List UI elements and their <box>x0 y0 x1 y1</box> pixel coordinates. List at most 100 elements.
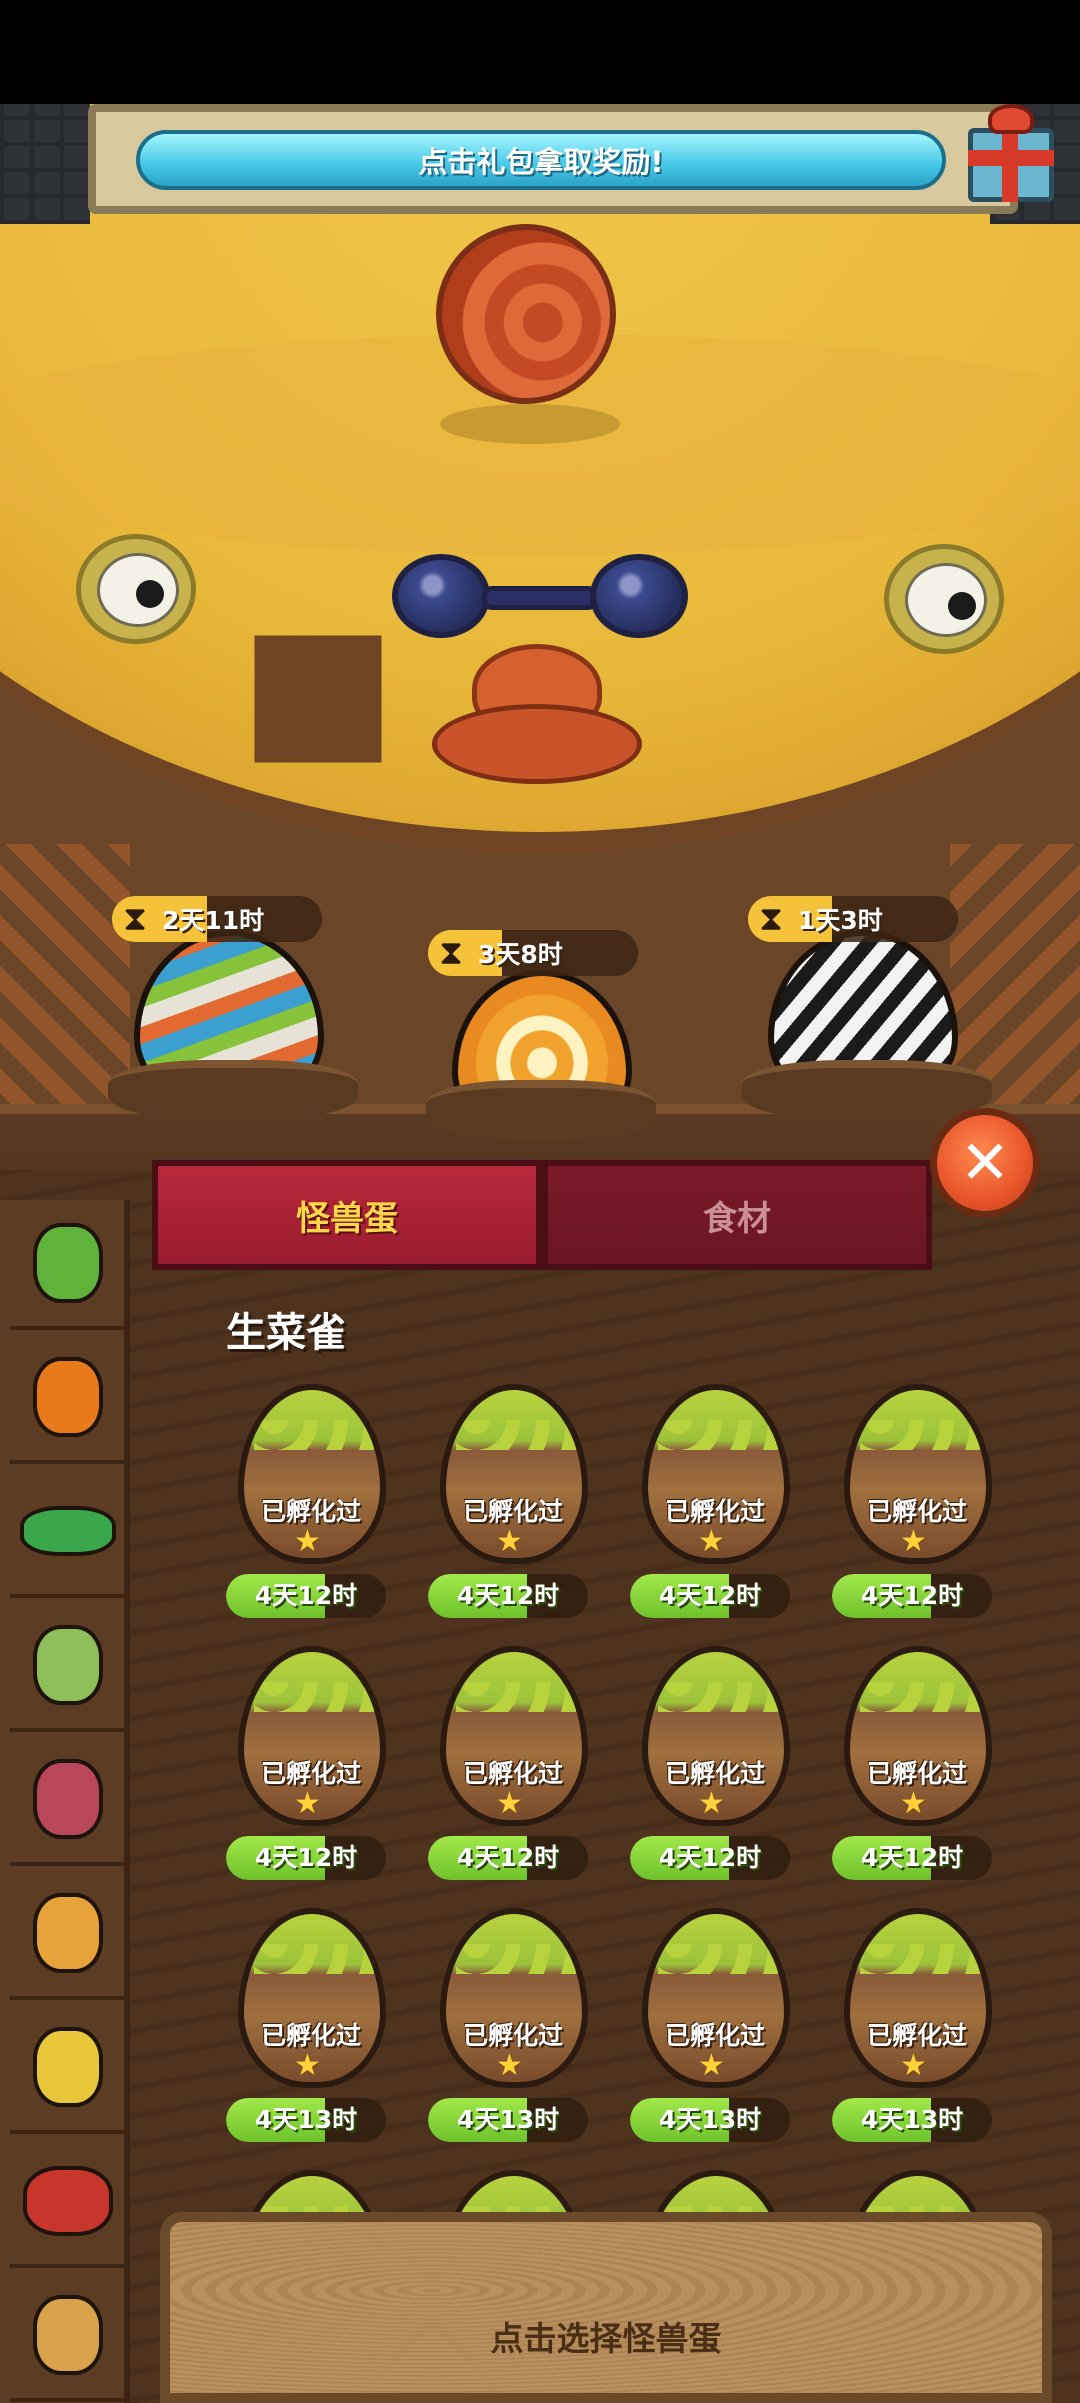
egg-card[interactable]: 已孵化过 ★ 4天13时 <box>832 1908 1002 2153</box>
egg-status: 已孵化过 <box>664 1497 765 1526</box>
star-icon: ★ <box>900 2048 927 2083</box>
sidebar-item-lettuce-bird[interactable] <box>10 1200 126 1330</box>
egg-time-bar: 4天12时 <box>428 1574 588 1618</box>
pupil <box>948 592 976 620</box>
egg-status: 已孵化过 <box>462 1759 563 1788</box>
sidebar-item-strawberry-frog[interactable] <box>10 2138 126 2268</box>
tab-ingredients[interactable]: 食材 <box>542 1160 932 1270</box>
category-tabs: 怪兽蛋 食材 <box>152 1160 932 1270</box>
left-eye <box>76 534 196 644</box>
egg-card[interactable]: 已孵化过 ★ 4天12时 <box>630 1646 800 1891</box>
close-button[interactable]: ✕ <box>930 1108 1040 1218</box>
star-icon: ★ <box>900 1786 927 1821</box>
strawberry-frog-icon <box>23 2166 113 2236</box>
egg-status: 已孵化过 <box>260 1759 361 1788</box>
hourglass-icon: ⧗ <box>123 899 147 939</box>
star-icon: ★ <box>294 1786 321 1821</box>
slot-2-timer: ⧗ 3天8时 <box>428 930 638 976</box>
egg-card[interactable]: 已孵化过 ★ 4天12时 <box>832 1384 1002 1629</box>
incubator-slot-2[interactable] <box>426 950 656 1140</box>
caterpillar-icon <box>20 1506 116 1556</box>
slot-1-time: 2天11时 <box>162 906 265 935</box>
egg-status: 已孵化过 <box>462 2021 563 2050</box>
egg-time: 4天13时 <box>658 2105 762 2134</box>
sidebar-item-leek[interactable] <box>10 1602 126 1732</box>
egg-card[interactable]: 已孵化过 ★ 4天12时 <box>226 1646 396 1891</box>
select-egg-sign[interactable]: 点击选择怪兽蛋 <box>160 2212 1052 2403</box>
egg-time: 4天12时 <box>658 1843 762 1872</box>
egg-time: 4天13时 <box>860 2105 964 2134</box>
egg-time-bar: 4天13时 <box>832 2098 992 2142</box>
egg-status: 已孵化过 <box>866 1497 967 1526</box>
star-icon: ★ <box>900 1524 927 1559</box>
egg-card[interactable]: 已孵化过 ★ 4天13时 <box>226 1908 396 2153</box>
egg-card[interactable]: 已孵化过 ★ 4天12时 <box>428 1646 598 1891</box>
star-icon: ★ <box>496 2048 523 2083</box>
egg-card[interactable]: 已孵化过 ★ 4天12时 <box>428 1384 598 1629</box>
goggles <box>392 544 688 644</box>
egg-time-bar: 4天12时 <box>832 1836 992 1880</box>
egg-card[interactable]: 已孵化过 ★ 4天12时 <box>630 1384 800 1629</box>
egg-time-bar: 4天13时 <box>630 2098 790 2142</box>
goggle-lens-left <box>392 554 490 638</box>
lettuce-bird-icon <box>33 1223 103 1303</box>
egg-time-bar: 4天12时 <box>226 1574 386 1618</box>
avocado-icon <box>33 1893 103 1973</box>
egg-time: 4天13时 <box>254 2105 358 2134</box>
section-title: 生菜雀 <box>226 1310 346 1356</box>
gift-ribbon-horizontal <box>968 150 1054 166</box>
pumpkin-icon <box>33 1357 103 1437</box>
reward-banner[interactable]: 点击礼包拿取奖励! <box>136 130 946 190</box>
sidebar-item-caterpillar[interactable] <box>10 1468 126 1598</box>
eye-white <box>97 553 179 627</box>
egg-card[interactable]: 已孵化过 ★ 4天12时 <box>832 1646 1002 1891</box>
slot-3-time: 1天3时 <box>798 906 883 935</box>
reward-banner-text: 点击礼包拿取奖励! <box>418 145 664 179</box>
slot-1-timer: ⧗ 2天11时 <box>112 896 322 942</box>
sidebar-item-avocado[interactable] <box>10 1870 126 2000</box>
right-eye <box>884 544 1004 654</box>
egg-card[interactable]: 已孵化过 ★ 4天13时 <box>630 1908 800 2153</box>
sidebar-item-pumpkin[interactable] <box>10 1334 126 1464</box>
sidebar-item-corn[interactable] <box>10 2004 126 2134</box>
egg-time-bar: 4天12时 <box>630 1574 790 1618</box>
star-icon: ★ <box>294 2048 321 2083</box>
beak-lip <box>432 704 642 784</box>
gift-icon[interactable] <box>962 104 1058 204</box>
egg-time-bar: 4天12时 <box>226 1836 386 1880</box>
egg-time: 4天12时 <box>860 1581 964 1610</box>
leek-icon <box>33 1625 103 1705</box>
stone-wall-left <box>0 104 90 224</box>
star-icon: ★ <box>496 1524 523 1559</box>
egg-status: 已孵化过 <box>462 1497 563 1526</box>
star-icon: ★ <box>698 2048 725 2083</box>
snail-shadow <box>440 404 620 444</box>
star-icon: ★ <box>698 1524 725 1559</box>
pupil <box>136 580 164 608</box>
status-bar <box>0 0 1080 104</box>
egg-time: 4天12时 <box>658 1581 762 1610</box>
egg-time-bar: 4天12时 <box>630 1836 790 1880</box>
slot-2-time: 3天8时 <box>478 940 563 969</box>
star-icon: ★ <box>294 1524 321 1559</box>
monkey-icon <box>33 2295 103 2375</box>
egg-time: 4天12时 <box>254 1843 358 1872</box>
sprout-icon <box>33 1759 103 1839</box>
sidebar-item-monkey[interactable] <box>10 2272 126 2402</box>
egg-card[interactable]: 已孵化过 ★ 4天13时 <box>428 1908 598 2153</box>
nest <box>108 1060 358 1120</box>
sidebar-item-sprout[interactable] <box>10 1736 126 1866</box>
egg-card[interactable]: 已孵化过 ★ 4天12时 <box>226 1384 396 1629</box>
select-egg-hint: 点击选择怪兽蛋 <box>490 2319 722 2358</box>
egg-status: 已孵化过 <box>866 2021 967 2050</box>
egg-time: 4天12时 <box>254 1581 358 1610</box>
egg-time-bar: 4天13时 <box>226 2098 386 2142</box>
tab-monster-eggs[interactable]: 怪兽蛋 <box>152 1160 542 1270</box>
egg-time: 4天13时 <box>456 2105 560 2134</box>
egg-time-bar: 4天12时 <box>428 1836 588 1880</box>
goggle-bridge <box>482 586 598 610</box>
slot-3-timer: ⧗ 1天3时 <box>748 896 958 942</box>
eye-white <box>905 563 987 637</box>
hourglass-icon: ⧗ <box>759 899 783 939</box>
hourglass-icon: ⧗ <box>439 933 463 973</box>
